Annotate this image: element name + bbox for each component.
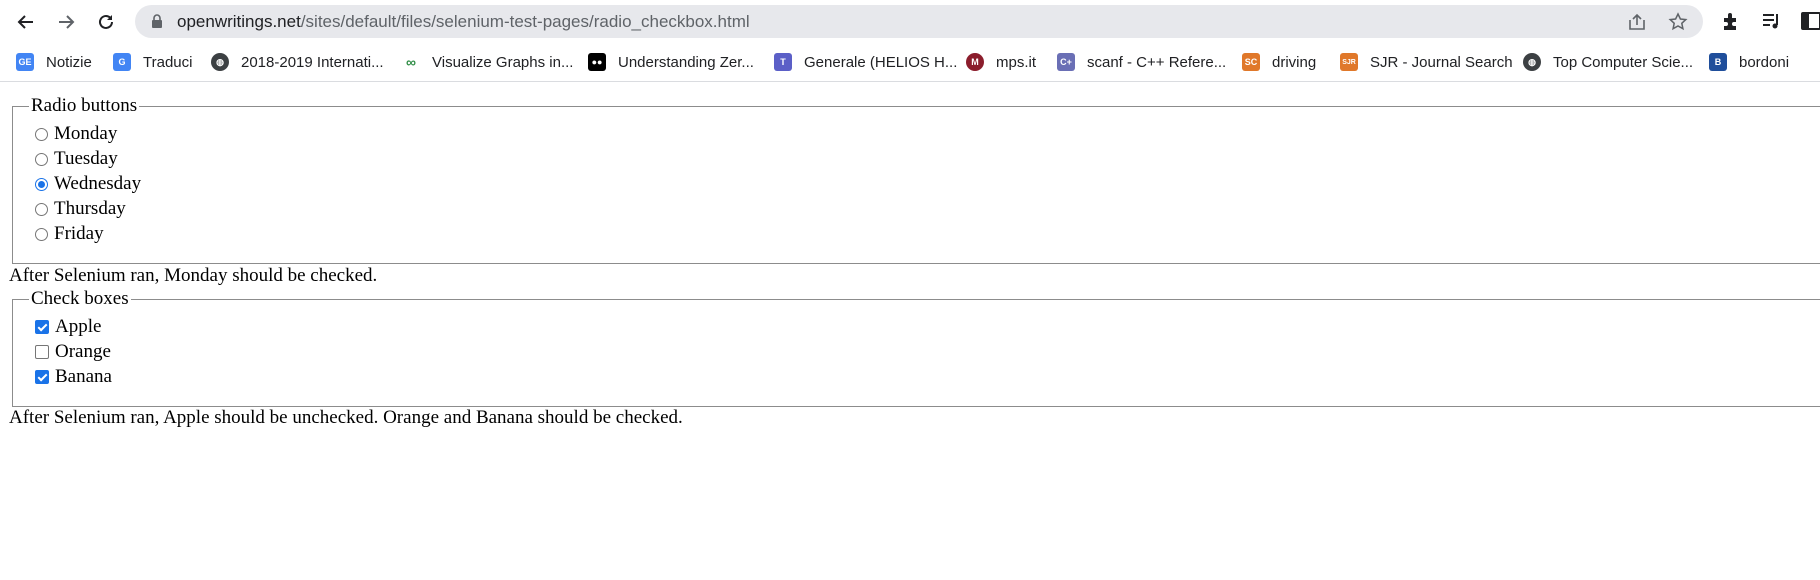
radio-option-thursday[interactable]: Thursday	[35, 197, 126, 221]
reload-button[interactable]	[92, 8, 120, 36]
radio-wednesday[interactable]	[35, 177, 48, 191]
sc-icon: SC	[1242, 53, 1260, 71]
checkbox-legend: Check boxes	[29, 288, 131, 310]
url-text: openwritings.net/sites/default/files/sel…	[177, 5, 750, 38]
sidepanel-icon[interactable]	[1800, 10, 1820, 32]
media-icon[interactable]	[1760, 10, 1782, 32]
bookmark-mps[interactable]: M mps.it	[966, 51, 1036, 73]
bookmark-label: Visualize Graphs in...	[432, 53, 574, 71]
radio-label: Tuesday	[54, 148, 118, 169]
radio-label: Wednesday	[54, 173, 142, 194]
checkbox-option-banana[interactable]: Banana	[35, 365, 112, 389]
sjr-icon: SJR	[1340, 53, 1358, 71]
bookmark-top-computer-science[interactable]: ◍ Top Computer Scie...	[1523, 51, 1693, 73]
bookmark-label: Top Computer Scie...	[1553, 53, 1694, 71]
radio-label: Friday	[54, 223, 104, 244]
share-icon[interactable]	[1627, 12, 1647, 32]
bookmark-understanding-zero[interactable]: ●● Understanding Zer...	[588, 51, 754, 73]
bookmark-visualize-graphs[interactable]: ∞ Visualize Graphs in...	[402, 51, 573, 73]
checkbox-fieldset: Check boxes Apple Orange Banana	[12, 288, 1820, 407]
radio-thursday[interactable]	[35, 202, 48, 216]
checkbox-apple[interactable]	[35, 320, 49, 334]
extensions-icon[interactable]	[1720, 10, 1742, 32]
radio-legend: Radio buttons	[29, 95, 140, 117]
bookmark-label: SJR - Journal Search	[1370, 53, 1513, 71]
url-path: /sites/default/files/selenium-test-pages…	[300, 12, 750, 31]
bordoni-icon: B	[1709, 53, 1727, 71]
checkbox-label: Banana	[55, 366, 112, 387]
bookmark-sjr[interactable]: SJR SJR - Journal Search	[1340, 51, 1513, 73]
radio-friday[interactable]	[35, 227, 48, 241]
globe-icon: ◍	[1523, 53, 1541, 71]
radio-option-friday[interactable]: Friday	[35, 222, 104, 246]
radio-option-monday[interactable]: Monday	[35, 122, 117, 146]
radio-option-tuesday[interactable]: Tuesday	[35, 147, 118, 171]
bookmark-scanf[interactable]: C+ scanf - C++ Refere...	[1057, 51, 1226, 73]
radio-option-wednesday[interactable]: Wednesday	[35, 172, 141, 196]
google-news-icon: GE	[16, 53, 34, 71]
checkbox-orange[interactable]	[35, 345, 49, 359]
google-translate-icon: G	[113, 53, 131, 71]
page-content: Radio buttons Monday Tuesday Wednesday T…	[0, 82, 1820, 580]
star-icon[interactable]	[1668, 12, 1688, 32]
bookmark-international[interactable]: ◍ 2018-2019 Internati...	[211, 51, 384, 73]
bookmark-notizie[interactable]: GE Notizie	[16, 51, 92, 73]
bookmark-label: 2018-2019 Internati...	[241, 53, 384, 71]
bookmark-label: scanf - C++ Refere...	[1087, 53, 1227, 71]
radio-fieldset: Radio buttons Monday Tuesday Wednesday T…	[12, 95, 1820, 264]
lock-icon	[152, 14, 162, 28]
bookmark-driving[interactable]: SC driving	[1242, 51, 1316, 73]
mps-icon: M	[966, 53, 984, 71]
medium-icon: ●●	[588, 53, 606, 71]
bookmark-label: Traduci	[143, 53, 193, 71]
browser-toolbar: openwritings.net/sites/default/files/sel…	[0, 0, 1820, 42]
checkbox-option-orange[interactable]: Orange	[35, 340, 111, 364]
checkbox-option-apple[interactable]: Apple	[35, 315, 101, 339]
url-host: openwritings.net	[177, 12, 301, 31]
bookmark-label: Generale (HELIOS H...	[804, 53, 958, 71]
teams-icon: T	[774, 53, 792, 71]
bookmark-label: mps.it	[996, 53, 1037, 71]
bookmark-traduci[interactable]: G Traduci	[113, 51, 192, 73]
radio-tuesday[interactable]	[35, 152, 48, 166]
bookmark-label: Notizie	[46, 53, 92, 71]
bookmark-label: driving	[1272, 53, 1317, 71]
radio-monday[interactable]	[35, 127, 48, 141]
radio-label: Thursday	[54, 198, 126, 219]
bookmark-label: Understanding Zer...	[618, 53, 754, 71]
cplusplus-icon: C+	[1057, 53, 1075, 71]
checkbox-note: After Selenium ran, Apple should be unch…	[9, 407, 683, 428]
bookmark-label: bordoni	[1739, 53, 1790, 71]
bookmarks-bar: GE Notizie G Traduci ◍ 2018-2019 Interna…	[0, 42, 1820, 82]
back-icon	[17, 15, 33, 29]
checkbox-label: Apple	[55, 316, 102, 337]
forward-icon	[59, 15, 75, 29]
bookmark-generale-helios[interactable]: T Generale (HELIOS H...	[774, 51, 957, 73]
bookmark-bordoni[interactable]: B bordoni	[1709, 51, 1789, 73]
checkbox-label: Orange	[55, 341, 111, 362]
reload-icon	[99, 14, 113, 29]
geeks-icon: ∞	[406, 54, 416, 70]
radio-note: After Selenium ran, Monday should be che…	[9, 265, 378, 286]
radio-label: Monday	[54, 123, 118, 144]
address-bar[interactable]: openwritings.net/sites/default/files/sel…	[135, 5, 1703, 38]
globe-icon: ◍	[211, 53, 229, 71]
back-button[interactable]	[12, 8, 40, 36]
checkbox-banana[interactable]	[35, 370, 49, 384]
forward-button[interactable]	[52, 8, 80, 36]
